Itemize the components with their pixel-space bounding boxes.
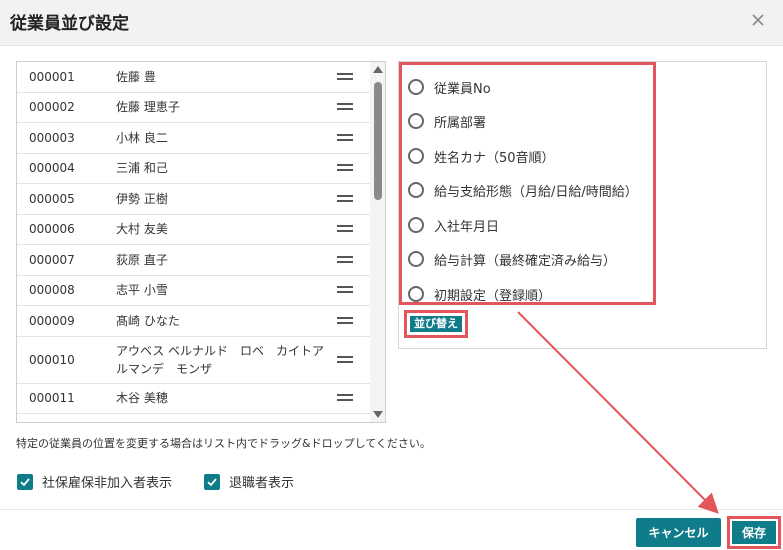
sort-option-label: 入社年月日 (434, 219, 500, 235)
sort-option-label: 給与計算（最終確定済み給与） (434, 253, 617, 269)
employee-list: 000001 佐藤 豊 000002 佐藤 理恵子 000003 小林 良二 000004 三… (16, 61, 386, 423)
employee-name: 伊勢 正樹 (116, 191, 168, 206)
employee-no: 000001 (29, 69, 75, 84)
table-row[interactable]: 000010 アウベス ベルナルド ロベ カイトアルマンデ モンザ (17, 337, 370, 384)
sort-button[interactable]: 並び替え (410, 316, 462, 332)
sort-option-radio[interactable]: 姓名カナ（50音順） (408, 145, 555, 167)
sort-option-radio[interactable]: 給与支給形態（月給/日給/時間給） (408, 179, 638, 201)
sort-option-radio[interactable]: 所属部署 (408, 110, 486, 132)
scroll-up-icon[interactable] (373, 66, 383, 73)
employee-no: 000009 (29, 313, 75, 328)
employee-name: 佐藤 豊 (116, 69, 156, 84)
drag-handle-icon[interactable] (337, 255, 353, 264)
radio-unchecked-icon[interactable] (408, 251, 424, 267)
list-scrollbar[interactable] (370, 62, 385, 422)
drag-handle-icon[interactable] (337, 133, 353, 142)
table-row[interactable]: 000003 小林 良二 (17, 123, 370, 154)
sort-option-radio[interactable]: 初期設定（登録順） (408, 283, 551, 305)
employee-no: 000010 (29, 352, 75, 367)
table-row[interactable]: 000011 木谷 美穂 (17, 384, 370, 414)
employee-rows: 000001 佐藤 豊 000002 佐藤 理恵子 000003 小林 良二 000004 三… (17, 62, 370, 423)
drag-handle-icon[interactable] (337, 164, 353, 172)
checkbox-label: 退職者表示 (229, 476, 295, 491)
sort-option-radio[interactable]: 入社年月日 (408, 214, 499, 236)
sort-options-group: 従業員No 所属部署姓名カナ（50音順） 給与支給形態（月給/日給/時間給） 入社年月… (399, 62, 656, 305)
table-row[interactable]: 000001 佐藤 豊 (17, 62, 370, 93)
employee-no: 000008 (29, 283, 75, 298)
employee-name: 三田 武 (116, 420, 326, 423)
checkbox-label: 社保雇保非加入者表示 (42, 476, 173, 491)
sort-option-label: 所属部署 (434, 115, 487, 131)
employee-no: 000007 (29, 252, 75, 267)
sort-option-radio[interactable]: 従業員No (408, 76, 491, 98)
employee-name: 髙崎 ひなた (116, 313, 180, 328)
radio-unchecked-icon[interactable] (408, 286, 424, 302)
employee-name: 佐藤 理恵子 (116, 100, 180, 115)
drag-handle-icon[interactable] (337, 103, 353, 111)
footer-divider (0, 509, 783, 510)
checkbox-show-retired[interactable]: 退職者表示 (204, 472, 294, 491)
employee-no: 000003 (29, 130, 75, 145)
table-row[interactable]: 000002 佐藤 理恵子 (17, 93, 370, 123)
radio-unchecked-icon[interactable] (408, 113, 424, 129)
employee-no: 000011 (29, 391, 75, 406)
drag-handle-icon[interactable] (337, 316, 353, 325)
employee-no: 000005 (29, 191, 75, 206)
employee-name: 大村 友美 (116, 222, 168, 237)
sort-option-radio[interactable]: 給与計算（最終確定済み給与） (408, 248, 616, 270)
employee-no: 000006 (29, 222, 75, 237)
save-button[interactable]: 保存 (732, 521, 776, 544)
sort-option-label: 従業員No (434, 81, 491, 97)
employee-sort-dialog: 従業員並び設定 000001 佐藤 豊 000002 佐藤 理恵子 000003 小林 良… (0, 0, 783, 550)
employee-name: 志平 小雪 (116, 283, 168, 298)
drag-handle-icon[interactable] (337, 286, 353, 294)
sort-button-highlight: 並び替え (404, 310, 468, 338)
radio-unchecked-icon[interactable] (408, 148, 424, 164)
employee-no: 000012 (29, 422, 75, 423)
table-row[interactable]: 000006 大村 友美 (17, 215, 370, 245)
save-button-highlight: 保存 (727, 516, 781, 549)
radio-unchecked-icon[interactable] (408, 79, 424, 95)
sort-option-label: 姓名カナ（50音順） (434, 150, 555, 166)
drag-handle-icon[interactable] (337, 225, 353, 233)
drag-hint-text: 特定の従業員の位置を変更する場合はリスト内でドラッグ&ドロップしてください。 (16, 437, 431, 450)
table-row[interactable]: 000005 伊勢 正樹 (17, 184, 370, 215)
sort-option-label: 初期設定（登録順） (434, 288, 552, 304)
employee-name: 木谷 美穂 (116, 391, 168, 406)
table-row[interactable]: 000012 三田 武 (17, 414, 370, 423)
employee-name: 小林 良二 (116, 130, 168, 145)
drag-handle-icon[interactable] (337, 355, 353, 364)
sort-option-label: 給与支給形態（月給/日給/時間給） (434, 184, 638, 200)
drag-handle-icon[interactable] (337, 394, 353, 402)
dialog-title: 従業員並び設定 (10, 14, 129, 34)
radio-unchecked-icon[interactable] (408, 217, 424, 233)
dialog-header: 従業員並び設定 (0, 0, 783, 46)
cancel-button[interactable]: キャンセル (636, 518, 721, 547)
scroll-down-icon[interactable] (373, 411, 383, 418)
table-row[interactable]: 000007 荻原 直子 (17, 245, 370, 276)
employee-name: 荻原 直子 (116, 252, 168, 267)
checkbox-checked-icon[interactable] (204, 473, 220, 490)
close-icon[interactable] (747, 9, 769, 31)
scroll-thumb[interactable] (374, 82, 382, 200)
employee-no: 000004 (29, 161, 75, 176)
drag-handle-icon[interactable] (337, 194, 353, 203)
radio-unchecked-icon[interactable] (408, 182, 424, 198)
table-row[interactable]: 000004 三浦 和己 (17, 154, 370, 184)
checkbox-show-uninsured[interactable]: 社保雇保非加入者表示 (17, 472, 172, 491)
employee-no: 000002 (29, 100, 75, 115)
checkbox-checked-icon[interactable] (17, 473, 33, 490)
table-row[interactable]: 000009 髙崎 ひなた (17, 306, 370, 337)
table-row[interactable]: 000008 志平 小雪 (17, 276, 370, 306)
employee-name: アウベス ベルナルド ロベ カイトアルマンデ モンザ (116, 343, 325, 376)
employee-name: 三浦 和己 (116, 161, 168, 176)
drag-handle-icon[interactable] (337, 72, 353, 81)
